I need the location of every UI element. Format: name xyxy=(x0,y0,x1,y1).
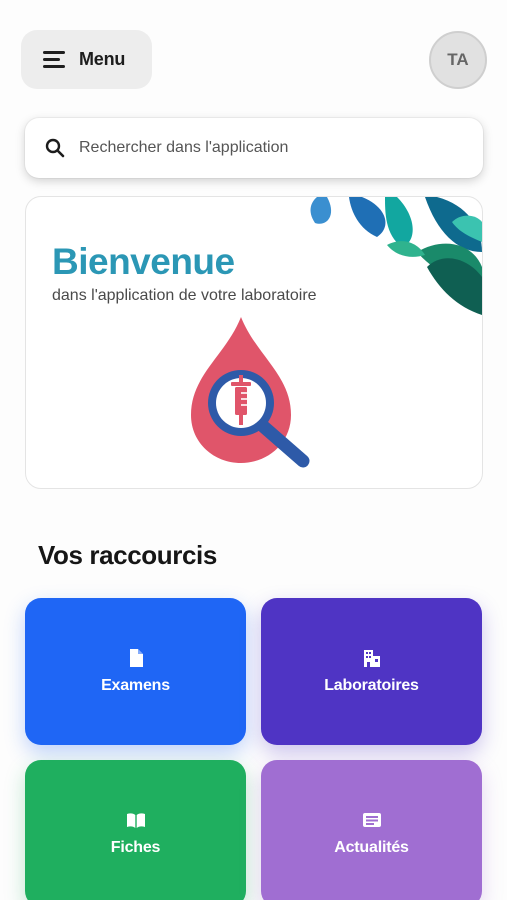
building-icon xyxy=(363,650,380,667)
blood-drop-magnifier-icon xyxy=(191,317,310,468)
search-icon xyxy=(45,138,65,158)
welcome-subtitle: dans l'application de votre laboratoire xyxy=(52,287,317,304)
shortcut-actualites[interactable]: Actualités xyxy=(261,760,482,900)
search-bar[interactable] xyxy=(25,118,483,178)
shortcut-label: Examens xyxy=(101,677,170,694)
shortcut-label: Actualités xyxy=(334,839,409,856)
shortcuts-title: Vos raccourcis xyxy=(38,540,217,570)
document-icon xyxy=(129,649,143,667)
shortcut-laboratoires[interactable]: Laboratoires xyxy=(261,598,482,745)
shortcut-label: Laboratoires xyxy=(324,677,419,694)
shortcut-fiches[interactable]: Fiches xyxy=(25,760,246,900)
hamburger-icon xyxy=(43,50,67,69)
welcome-card: Bienvenue dans l'application de votre la… xyxy=(25,196,483,489)
menu-button[interactable]: Menu xyxy=(21,30,152,89)
news-icon xyxy=(362,813,381,827)
user-avatar[interactable]: TA xyxy=(429,31,487,89)
search-input[interactable] xyxy=(79,139,439,157)
menu-button-label: Menu xyxy=(79,49,126,69)
shortcut-examens[interactable]: Examens xyxy=(25,598,246,745)
welcome-title: Bienvenue xyxy=(52,241,235,282)
shortcut-label: Fiches xyxy=(110,839,161,856)
book-icon xyxy=(126,813,145,828)
